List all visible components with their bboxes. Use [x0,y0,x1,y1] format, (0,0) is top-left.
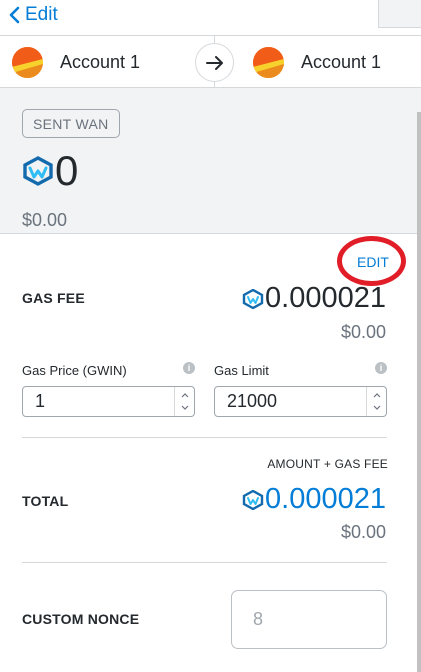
sender-account[interactable]: Account 1 [12,36,140,88]
wanchain-logo-icon [242,288,264,309]
recipient-avatar [253,46,284,78]
summary-amount-value: 0 [55,147,79,194]
gas-price-input[interactable]: 1 [22,386,195,417]
edit-back-button[interactable]: Edit [8,4,58,26]
gas-limit-value: 21000 [227,391,278,411]
chevron-down-icon[interactable] [181,405,189,410]
wanchain-logo-icon [242,489,264,510]
gas-fee-amount: 0.000021 [242,282,386,315]
gas-price-value: 1 [35,391,46,411]
edit-gas-button[interactable]: EDIT [357,254,389,270]
sender-name: Account 1 [60,51,141,72]
gas-fee-label: GAS FEE [22,290,85,306]
gas-limit-input[interactable]: 21000 [214,386,387,417]
gas-limit-label: Gas Limit [214,363,269,378]
custom-nonce-input[interactable]: 8 [231,590,387,649]
gas-price-label: Gas Price (GWIN) [22,363,127,378]
total-fiat: $0.00 [340,522,386,542]
chevron-up-icon[interactable] [373,393,381,398]
confirm-transaction-page: Edit Account 1 Account 1 SENT WAN 0 $0.0… [0,0,421,672]
section-divider [22,562,387,563]
section-divider [22,437,387,438]
gas-price-stepper[interactable] [174,387,194,416]
gas-limit-stepper[interactable] [366,387,386,416]
total-amount: 0.000021 [242,483,386,516]
summary-fiat-value: $0.00 [22,210,68,230]
page-header: Edit [0,0,421,34]
gas-fee-value: 0.000021 [265,282,386,314]
wanchain-logo-icon [23,156,53,186]
transaction-summary: SENT WAN 0 $0.00 [0,88,421,234]
arrow-right-icon [195,43,234,82]
header-tab [378,0,421,28]
custom-nonce-placeholder: 8 [253,609,264,629]
total-value: 0.000021 [265,483,386,515]
info-icon[interactable]: i [375,362,387,374]
custom-nonce-label: CUSTOM NONCE [22,611,140,627]
chevron-up-icon[interactable] [181,393,189,398]
total-label: TOTAL [22,493,69,509]
chevron-left-icon [9,6,20,24]
sender-recipient-row: Account 1 Account 1 [0,35,421,88]
transaction-action-badge: SENT WAN [22,109,120,138]
recipient-account[interactable]: Account 1 [253,36,381,88]
edit-back-label: Edit [25,4,58,25]
info-icon[interactable]: i [183,362,195,374]
summary-amount: 0 [22,150,78,192]
gas-fee-fiat: $0.00 [340,322,386,342]
amount-plus-gas-label: AMOUNT + GAS FEE [267,457,388,471]
sender-avatar [12,46,43,78]
chevron-down-icon[interactable] [373,405,381,410]
scrollbar[interactable] [417,112,421,672]
recipient-name: Account 1 [301,51,382,72]
